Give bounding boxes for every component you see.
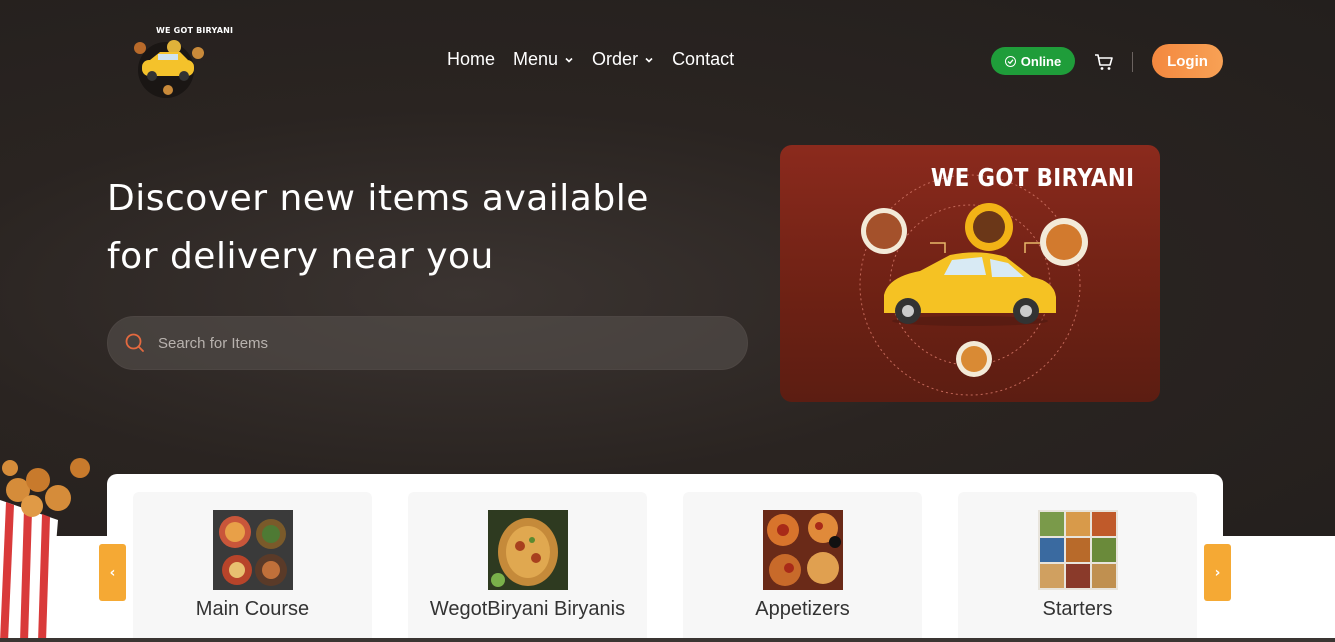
nav-home[interactable]: Home: [447, 49, 495, 70]
promo-banner[interactable]: WE GOT BIRYANI: [780, 145, 1160, 402]
online-status-label: Online: [1020, 53, 1062, 69]
main-course-image: [213, 510, 293, 590]
category-card-starters[interactable]: Starters: [958, 492, 1197, 642]
hero-headline-line2: for delivery near you: [107, 236, 494, 277]
search-bar[interactable]: [107, 316, 748, 370]
category-card-main-course[interactable]: Main Course: [133, 492, 372, 642]
hero-headline: Discover new items available for deliver…: [107, 170, 747, 286]
popcorn-chicken-image: [0, 458, 90, 642]
category-label: Main Course: [195, 598, 310, 620]
chevron-left-icon: ‹: [109, 564, 116, 581]
category-card-appetizers[interactable]: Appetizers: [683, 492, 922, 642]
category-label: Appetizers: [755, 598, 850, 620]
nav-contact-label: Contact: [672, 49, 735, 69]
nav-order-label: Order: [592, 49, 639, 69]
category-label: Starters: [1042, 598, 1113, 620]
header-divider: [1132, 52, 1133, 72]
main-nav: Home Menu Order Contact: [447, 49, 734, 70]
nav-menu[interactable]: Menu: [513, 49, 574, 70]
cart-icon[interactable]: [1094, 52, 1114, 72]
nav-contact[interactable]: Contact: [672, 49, 734, 70]
carousel-next-button[interactable]: ›: [1204, 544, 1231, 601]
category-label: WegotBiryani Biryanis: [429, 598, 626, 620]
brand-logo[interactable]: WE GOT BIRYANI: [128, 22, 233, 102]
starters-image: [1038, 510, 1118, 590]
search-icon: [125, 333, 144, 352]
hero-headline-line1: Discover new items available: [107, 178, 649, 219]
login-button[interactable]: Login: [1152, 44, 1223, 78]
nav-home-label: Home: [447, 49, 496, 69]
category-card-wegotbiryani-biryanis[interactable]: WegotBiryani Biryanis: [408, 492, 647, 642]
chevron-down-icon: [565, 57, 573, 63]
search-input[interactable]: [158, 334, 718, 352]
online-status-badge: Online: [991, 47, 1075, 75]
biryani-image: [488, 510, 568, 590]
logo-text: WE GOT BIRYANI: [156, 26, 234, 35]
nav-order[interactable]: Order: [592, 49, 654, 70]
chevron-down-icon: [645, 57, 653, 63]
check-circle-icon: [1004, 55, 1016, 67]
banner-title: WE GOT BIRYANI: [930, 163, 1134, 192]
horizontal-scrollbar[interactable]: [0, 638, 1335, 642]
appetizers-image: [763, 510, 843, 590]
chevron-right-icon: ›: [1214, 564, 1221, 581]
nav-menu-label: Menu: [513, 49, 559, 69]
carousel-prev-button[interactable]: ‹: [99, 544, 126, 601]
